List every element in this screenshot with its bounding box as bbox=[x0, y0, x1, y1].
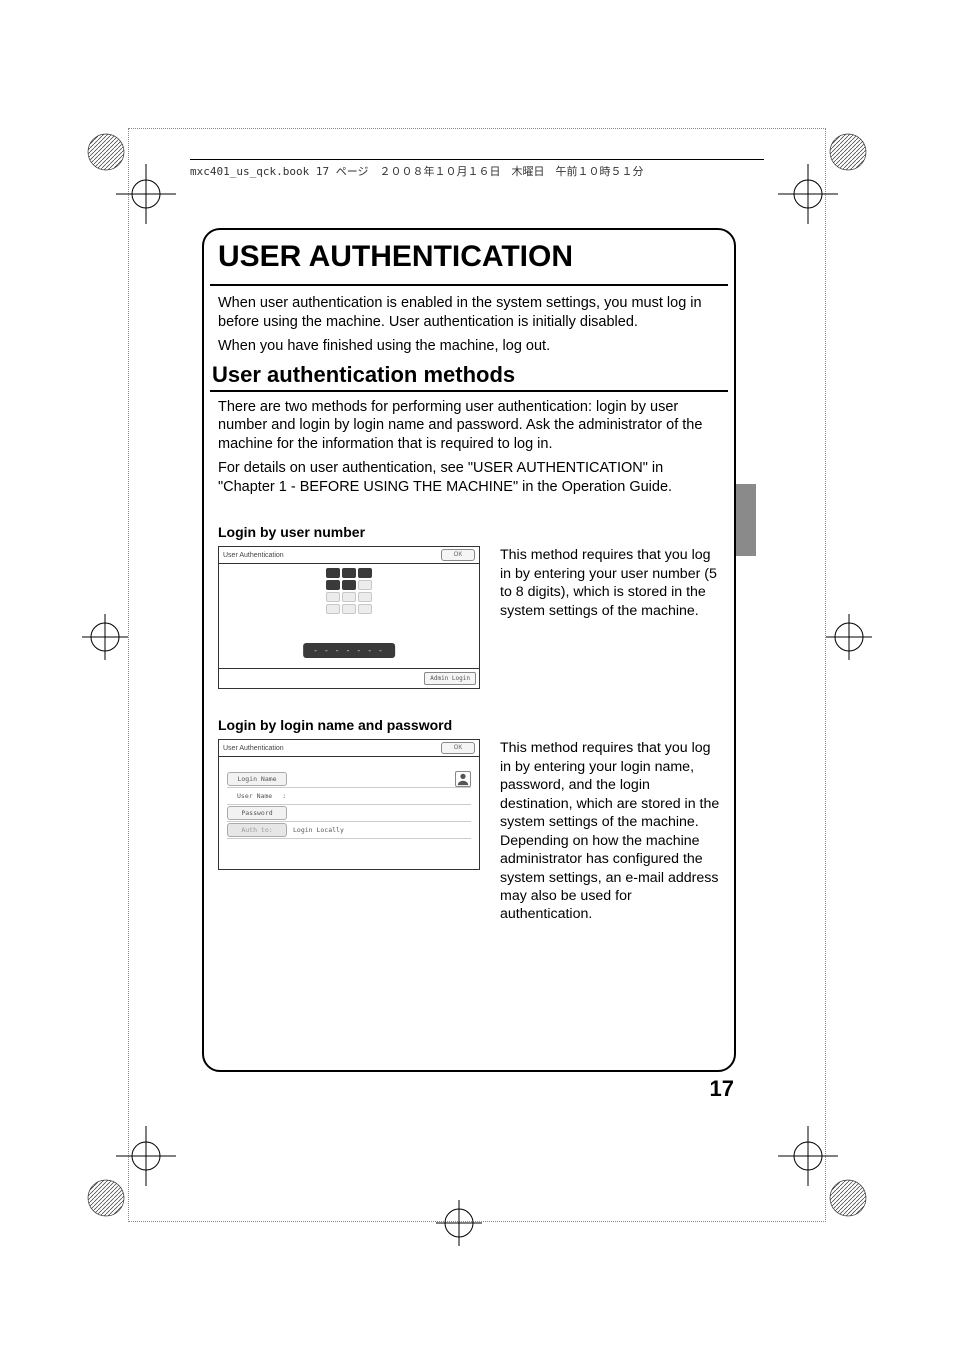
hatch-mark-top-left bbox=[86, 132, 126, 172]
s1-header: User Authentication OK bbox=[219, 547, 479, 564]
section-rule bbox=[210, 390, 728, 392]
method1-heading: Login by user number bbox=[218, 524, 728, 540]
reg-mark-right-mid bbox=[826, 614, 872, 660]
method2-screenshot: User Authentication OK Login Name User bbox=[218, 739, 480, 870]
hatch-mark-bottom-left bbox=[86, 1178, 126, 1218]
hatch-mark-top-right bbox=[828, 132, 868, 172]
s1-digits: ------- bbox=[303, 643, 395, 658]
method2-row: User Authentication OK Login Name User bbox=[210, 739, 728, 924]
s2-password-row: Password bbox=[227, 805, 471, 822]
hatch-mark-bottom-right bbox=[828, 1178, 868, 1218]
s2-login-locally: Login Locally bbox=[293, 826, 344, 834]
method1-screenshot: User Authentication OK ------- Adm bbox=[218, 546, 480, 689]
s2-password-button[interactable]: Password bbox=[227, 806, 287, 820]
method1-row: User Authentication OK ------- Adm bbox=[210, 546, 728, 689]
page: mxc401_us_qck.book 17 ページ ２００８年１０月１６日 木曜… bbox=[0, 0, 954, 1350]
s2-ok-button[interactable]: OK bbox=[441, 742, 475, 754]
s1-admin-login-button[interactable]: Admin Login bbox=[424, 672, 476, 685]
s2-authto-row: Auth to: Login Locally bbox=[227, 822, 471, 839]
s2-header: User Authentication OK bbox=[219, 740, 479, 757]
s1-ok-button[interactable]: OK bbox=[441, 549, 475, 561]
s2-login-name-row: Login Name bbox=[227, 771, 471, 788]
reg-mark-left-mid bbox=[82, 614, 128, 660]
method1-description: This method requires that you log in by … bbox=[500, 546, 724, 620]
header-slug: mxc401_us_qck.book 17 ページ ２００８年１０月１６日 木曜… bbox=[190, 159, 764, 179]
section-body-2: For details on user authentication, see … bbox=[218, 459, 720, 496]
s2-body: Login Name User Name : Password bbox=[219, 757, 479, 869]
s2-user-name-label: User Name bbox=[237, 792, 272, 800]
s2-authto-button[interactable]: Auth to: bbox=[227, 823, 287, 837]
s1-footer: Admin Login bbox=[219, 668, 479, 688]
intro-text-1: When user authentication is enabled in t… bbox=[218, 294, 720, 331]
method2-description: This method requires that you log in by … bbox=[500, 739, 724, 924]
method2-heading: Login by login name and password bbox=[218, 717, 728, 733]
s1-keypad[interactable] bbox=[326, 568, 372, 614]
s1-title: User Authentication bbox=[223, 552, 284, 559]
page-number: 17 bbox=[710, 1076, 734, 1102]
title-rule bbox=[210, 284, 728, 286]
s2-title: User Authentication bbox=[223, 745, 284, 752]
s2-login-name-button[interactable]: Login Name bbox=[227, 772, 287, 786]
side-tab bbox=[736, 484, 756, 556]
intro-text-2: When you have finished using the machine… bbox=[218, 337, 720, 356]
content-frame: USER AUTHENTICATION When user authentica… bbox=[202, 228, 736, 1072]
s2-user-name-row: User Name : bbox=[227, 788, 471, 805]
section-body-1: There are two methods for performing use… bbox=[218, 398, 720, 454]
s2-user-name-colon: : bbox=[282, 792, 286, 800]
page-title: USER AUTHENTICATION bbox=[218, 240, 728, 274]
section-heading: User authentication methods bbox=[210, 362, 728, 388]
s1-body: ------- bbox=[219, 564, 479, 668]
person-icon[interactable] bbox=[455, 771, 471, 787]
content-inner: USER AUTHENTICATION When user authentica… bbox=[204, 240, 734, 924]
